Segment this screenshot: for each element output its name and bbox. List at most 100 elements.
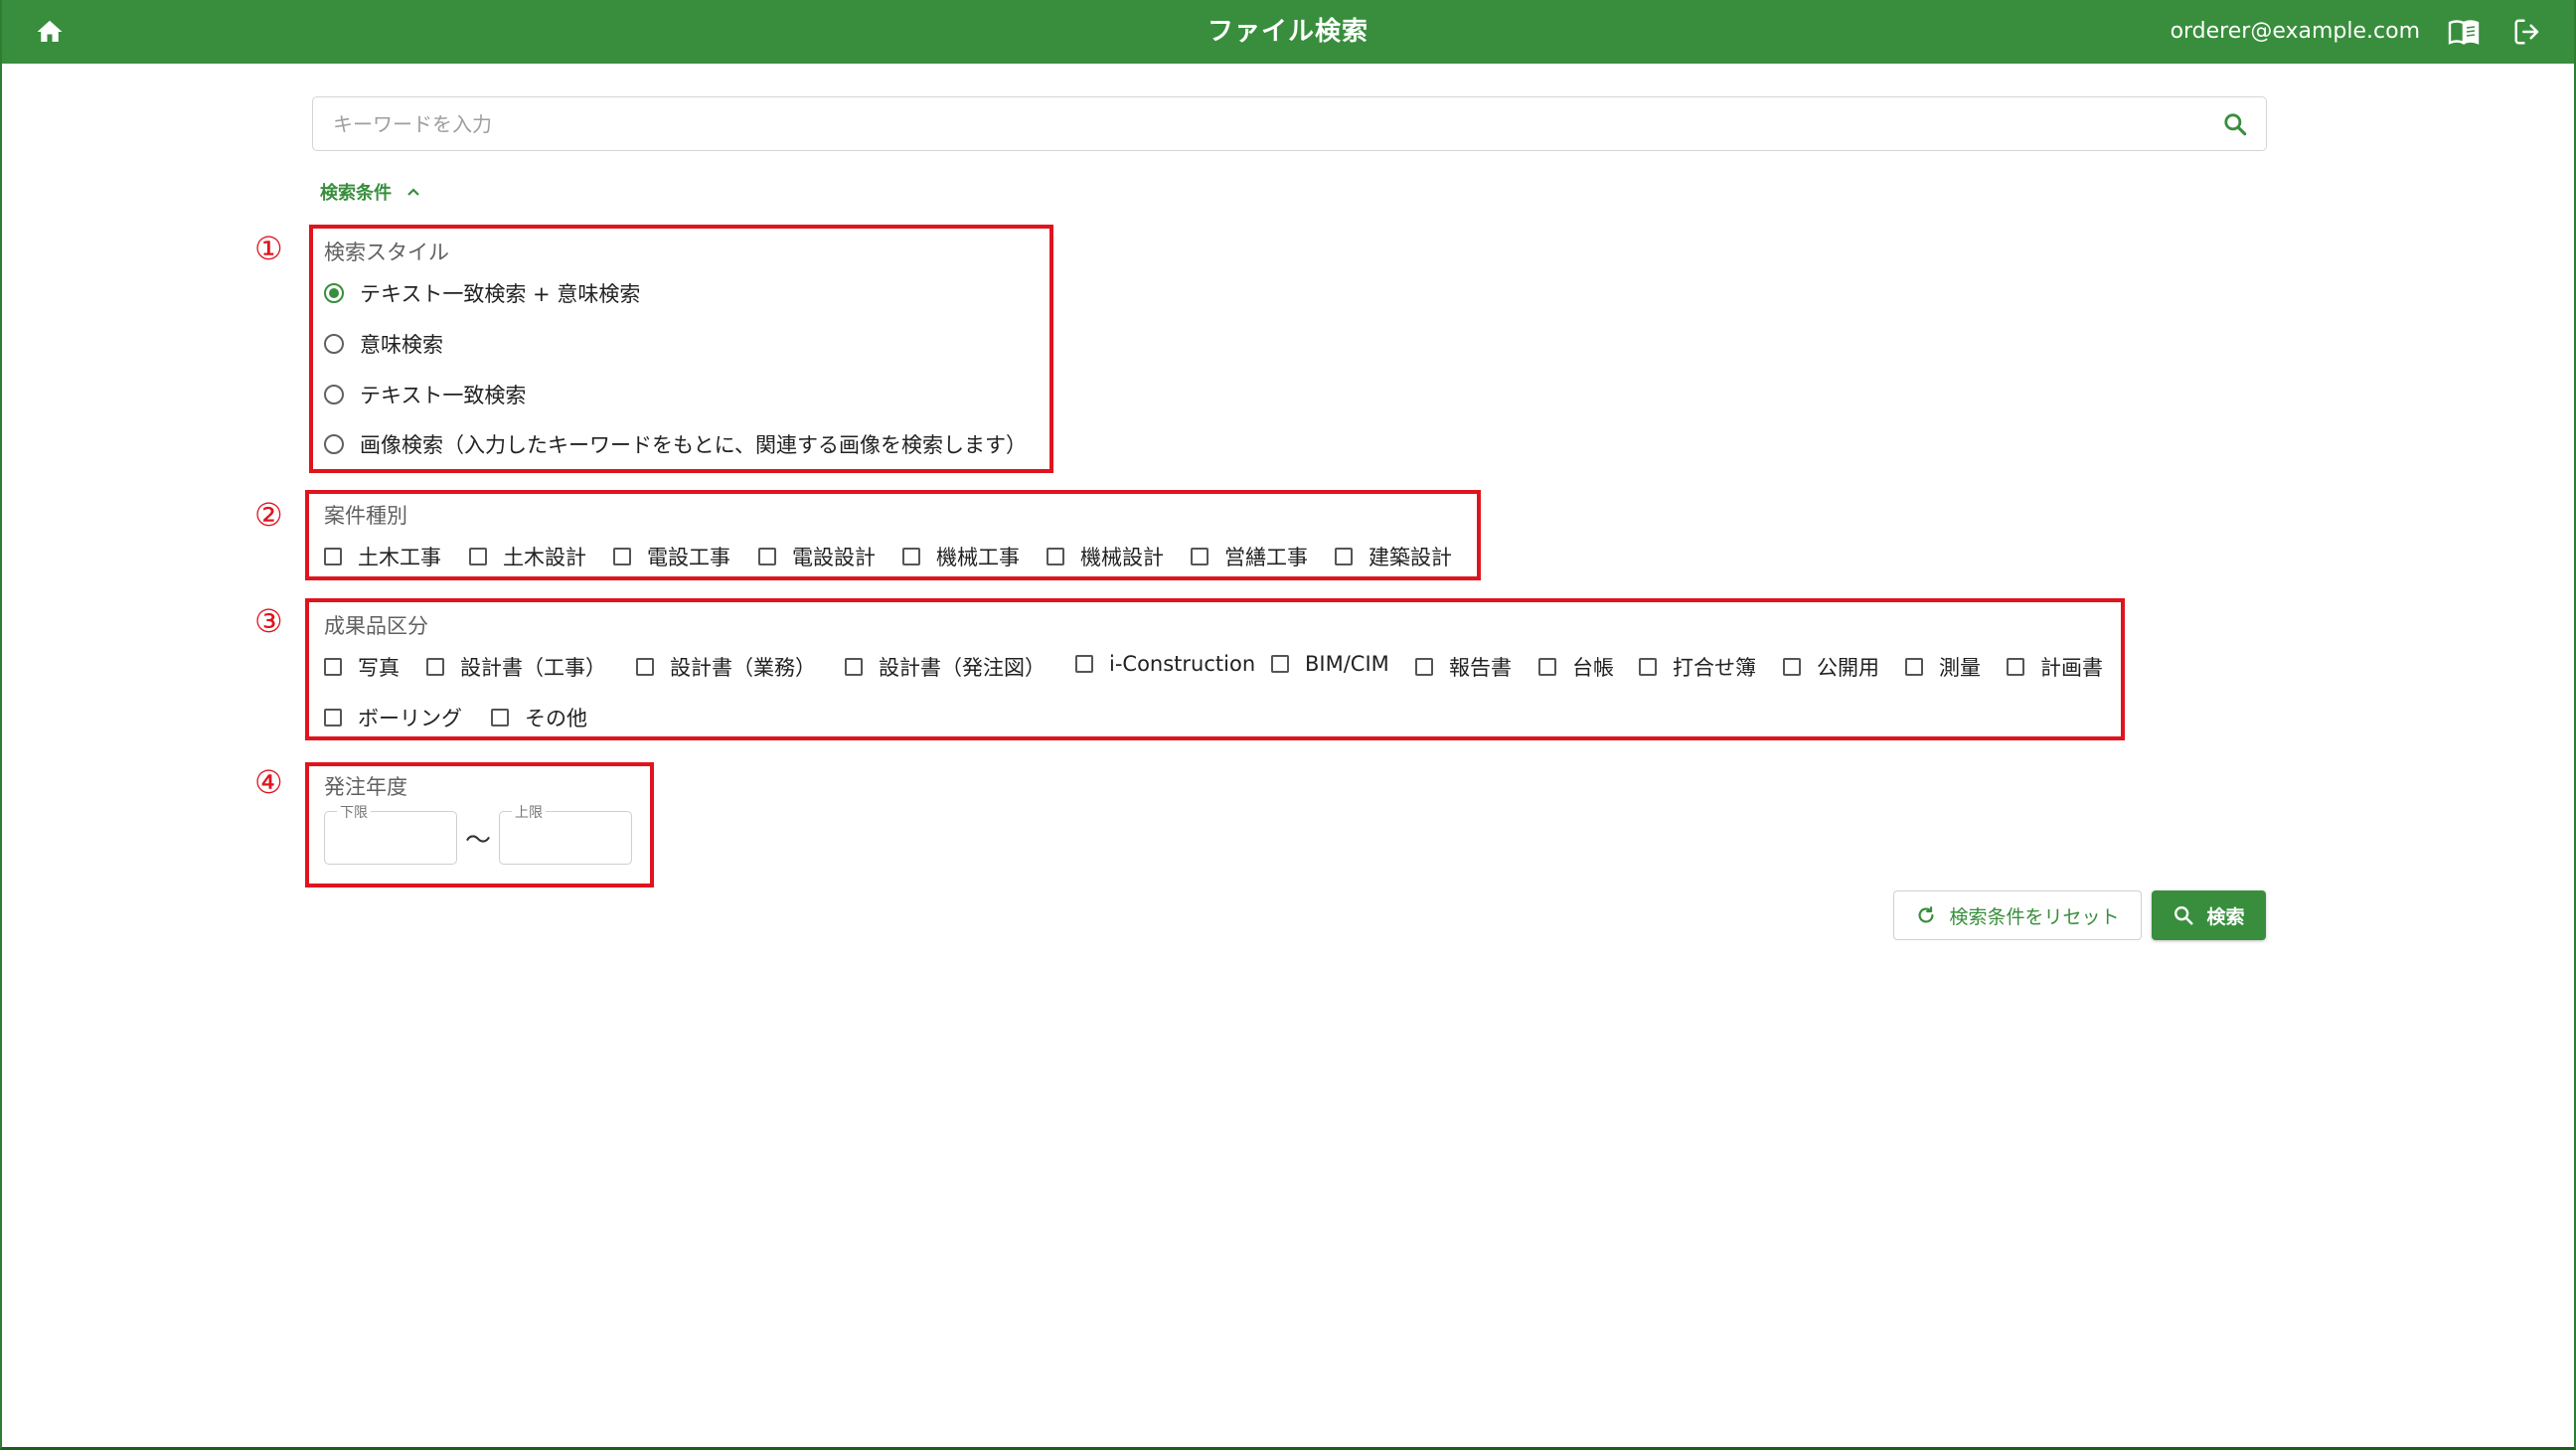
checkbox[interactable] bbox=[1905, 658, 1923, 676]
search-conditions-label: 検索条件 bbox=[320, 183, 392, 204]
deliverable-option-public[interactable]: 公開用 bbox=[1783, 652, 1879, 682]
deliverable-option-other[interactable]: その他 bbox=[491, 703, 587, 732]
deliverable-option-design-doc-business[interactable]: 設計書（業務） bbox=[636, 652, 816, 682]
option-label: 測量 bbox=[1939, 656, 1981, 680]
order-year-upper-legend: 上限 bbox=[512, 802, 546, 822]
option-label: 公開用 bbox=[1817, 656, 1879, 680]
reset-conditions-button[interactable]: 検索条件をリセット bbox=[1893, 890, 2142, 940]
deliverable-option-boring[interactable]: ボーリング bbox=[324, 703, 462, 732]
deliverable-option-report[interactable]: 報告書 bbox=[1415, 652, 1512, 682]
search-style-option-text-and-semantic[interactable]: テキスト一致検索 + 意味検索 bbox=[324, 278, 640, 308]
deliverable-option-plan[interactable]: 計画書 bbox=[2007, 652, 2103, 682]
search-style-option-text-match[interactable]: テキスト一致検索 bbox=[324, 380, 526, 409]
option-label: 台帳 bbox=[1572, 656, 1614, 680]
option-label: 設計書（発注図） bbox=[879, 656, 1046, 680]
order-year-upper-input[interactable] bbox=[510, 824, 619, 854]
checkbox[interactable] bbox=[902, 548, 920, 565]
project-type-option-building-repair[interactable]: 営繕工事 bbox=[1191, 542, 1308, 571]
project-type-option-civil-design[interactable]: 土木設計 bbox=[469, 542, 586, 571]
annotation-number-3: ③ bbox=[254, 602, 283, 640]
project-type-option-electrical-design[interactable]: 電設設計 bbox=[758, 542, 876, 571]
radio-selected[interactable] bbox=[324, 283, 344, 303]
search-conditions-toggle[interactable]: 検索条件 bbox=[320, 179, 421, 205]
radio[interactable] bbox=[324, 434, 344, 454]
annotation-number-1: ① bbox=[254, 230, 283, 267]
app-header: ファイル検索 orderer@example.com bbox=[2, 0, 2574, 64]
option-label: 設計書（業務） bbox=[670, 656, 816, 680]
search-style-option-image[interactable]: 画像検索（入力したキーワードをもとに、関連する画像を検索します） bbox=[324, 429, 1027, 459]
checkbox[interactable] bbox=[1335, 548, 1353, 565]
option-label: 機械工事 bbox=[936, 546, 1020, 569]
checkbox[interactable] bbox=[469, 548, 487, 565]
checkbox[interactable] bbox=[1271, 655, 1289, 673]
project-type-option-mechanical-construction[interactable]: 機械工事 bbox=[902, 542, 1020, 571]
checkbox[interactable] bbox=[426, 658, 444, 676]
checkbox[interactable] bbox=[1538, 658, 1556, 676]
checkbox[interactable] bbox=[324, 658, 342, 676]
search-box bbox=[312, 96, 2267, 151]
option-label: 電設工事 bbox=[647, 546, 730, 569]
deliverable-option-ledger[interactable]: 台帳 bbox=[1538, 652, 1614, 682]
option-label: テキスト一致検索 + 意味検索 bbox=[360, 282, 641, 306]
option-label: i-Construction bbox=[1109, 652, 1256, 676]
option-label: 画像検索（入力したキーワードをもとに、関連する画像を検索します） bbox=[360, 433, 1027, 457]
order-year-lower-legend: 下限 bbox=[337, 802, 371, 822]
range-separator: ～ bbox=[465, 826, 492, 856]
deliverable-option-survey[interactable]: 測量 bbox=[1905, 652, 1981, 682]
deliverable-option-design-doc-construction[interactable]: 設計書（工事） bbox=[426, 652, 606, 682]
checkbox[interactable] bbox=[1783, 658, 1801, 676]
checkbox[interactable] bbox=[1075, 655, 1093, 673]
search-icon bbox=[2224, 113, 2247, 136]
checkbox[interactable] bbox=[324, 548, 342, 565]
order-year-upper-field: 上限 bbox=[499, 802, 632, 865]
logout-button[interactable] bbox=[2510, 15, 2544, 49]
deliverable-option-design-doc-order-drawing[interactable]: 設計書（発注図） bbox=[845, 652, 1046, 682]
option-label: 設計書（工事） bbox=[460, 656, 606, 680]
order-year-lower-input[interactable] bbox=[335, 824, 444, 854]
option-label: 写真 bbox=[358, 656, 400, 680]
search-submit-icon-button[interactable] bbox=[2220, 109, 2250, 139]
project-type-option-electrical-construction[interactable]: 電設工事 bbox=[613, 542, 730, 571]
radio[interactable] bbox=[324, 334, 344, 354]
checkbox[interactable] bbox=[1415, 658, 1433, 676]
checkbox[interactable] bbox=[491, 709, 509, 726]
checkbox[interactable] bbox=[845, 658, 863, 676]
checkbox[interactable] bbox=[324, 709, 342, 726]
checkbox[interactable] bbox=[2007, 658, 2024, 676]
option-label: 意味検索 bbox=[360, 333, 443, 357]
deliverable-option-bim-cim[interactable]: BIM/CIM bbox=[1271, 652, 1389, 676]
checkbox[interactable] bbox=[758, 548, 776, 565]
annotation-number-4: ④ bbox=[254, 763, 283, 801]
order-year-label: 発注年度 bbox=[324, 775, 407, 799]
checkbox[interactable] bbox=[1046, 548, 1064, 565]
manual-button[interactable] bbox=[2447, 16, 2481, 48]
radio[interactable] bbox=[324, 385, 344, 404]
search-style-option-semantic[interactable]: 意味検索 bbox=[324, 329, 443, 359]
deliverable-type-label: 成果品区分 bbox=[324, 614, 428, 638]
project-type-option-civil-construction[interactable]: 土木工事 bbox=[324, 542, 441, 571]
checkbox[interactable] bbox=[613, 548, 631, 565]
option-label: テキスト一致検索 bbox=[360, 384, 527, 407]
option-label: 土木設計 bbox=[503, 546, 586, 569]
option-label: 報告書 bbox=[1449, 656, 1512, 680]
project-type-label: 案件種別 bbox=[324, 504, 407, 528]
option-label: 打合せ簿 bbox=[1673, 656, 1756, 680]
option-label: 電設設計 bbox=[792, 546, 876, 569]
app-window: ファイル検索 orderer@example.com キーワードを入力 検索条件… bbox=[0, 0, 2576, 1450]
search-input[interactable] bbox=[331, 105, 2179, 143]
project-type-option-mechanical-design[interactable]: 機械設計 bbox=[1046, 542, 1164, 571]
order-year-lower-field: 下限 bbox=[324, 802, 457, 865]
checkbox[interactable] bbox=[636, 658, 654, 676]
project-type-option-architectural-design[interactable]: 建築設計 bbox=[1335, 542, 1452, 571]
deliverable-option-i-construction[interactable]: i-Construction bbox=[1075, 652, 1255, 676]
deliverable-option-photo[interactable]: 写真 bbox=[324, 652, 400, 682]
option-label: 土木工事 bbox=[358, 546, 441, 569]
user-email: orderer@example.com bbox=[2170, 19, 2420, 44]
checkbox[interactable] bbox=[1191, 548, 1208, 565]
option-label: その他 bbox=[525, 707, 587, 730]
search-button[interactable]: 検索 bbox=[2152, 890, 2266, 940]
deliverable-option-meeting-record[interactable]: 打合せ簿 bbox=[1639, 652, 1756, 682]
checkbox[interactable] bbox=[1639, 658, 1657, 676]
annotation-number-2: ② bbox=[254, 496, 283, 534]
option-label: BIM/CIM bbox=[1305, 652, 1389, 676]
